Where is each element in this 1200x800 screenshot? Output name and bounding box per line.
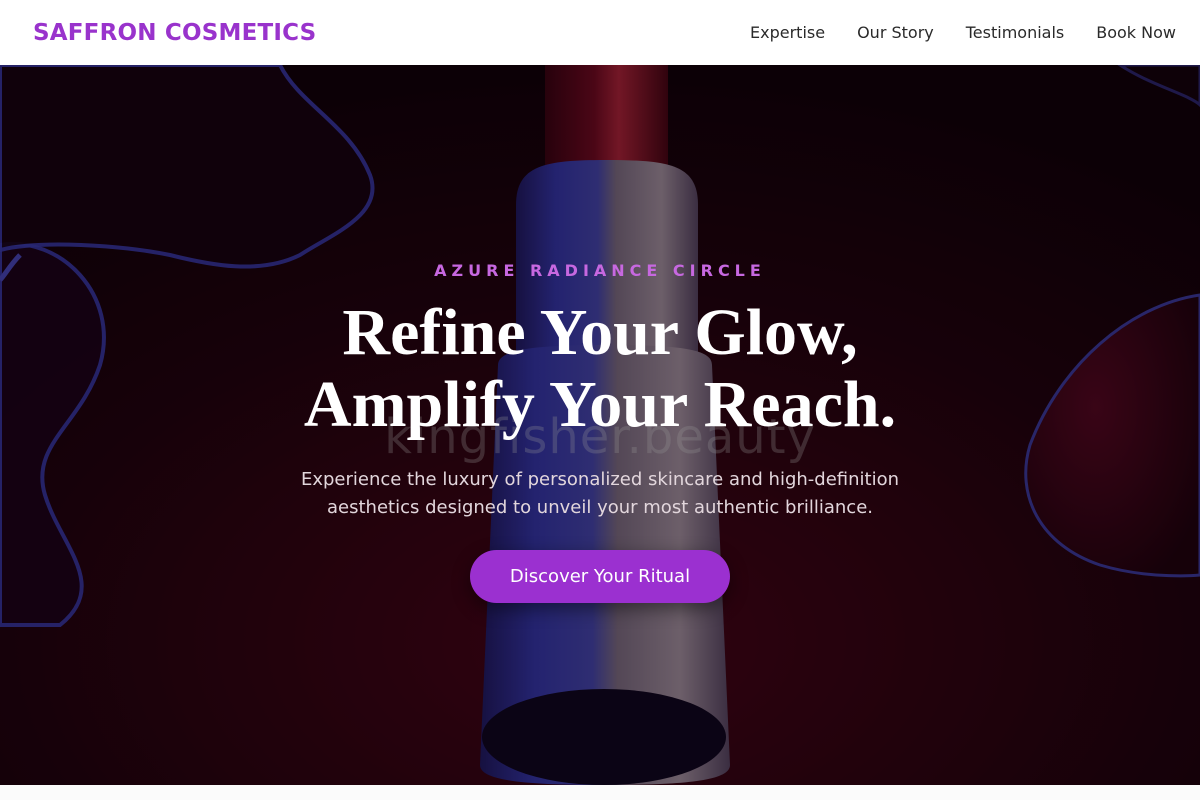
nav-link-our-story[interactable]: Our Story [857, 23, 934, 42]
discover-ritual-button[interactable]: Discover Your Ritual [470, 550, 730, 603]
hero-subtitle: Experience the luxury of personalized sk… [300, 469, 900, 518]
hero-headline-line-2: Amplify Your Reach. [303, 368, 897, 441]
hero-headline: Refine Your Glow, Amplify Your Reach. [0, 297, 1200, 441]
hero-eyebrow: AZURE RADIANCE CIRCLE [434, 261, 766, 280]
brand-logo[interactable]: SAFFRON COSMETICS [33, 20, 316, 46]
nav-link-expertise[interactable]: Expertise [750, 23, 825, 42]
hero-section: kingfisher.beauty AZURE RADIANCE CIRCLE … [0, 65, 1200, 785]
main-nav: Expertise Our Story Testimonials Book No… [750, 23, 1176, 42]
site-header: SAFFRON COSMETICS Expertise Our Story Te… [0, 0, 1200, 65]
nav-link-testimonials[interactable]: Testimonials [966, 23, 1065, 42]
below-fold-strip [0, 785, 1200, 800]
nav-link-book-now[interactable]: Book Now [1096, 23, 1176, 42]
hero-headline-line-1: Refine Your Glow, [342, 296, 858, 369]
hero-content: kingfisher.beauty AZURE RADIANCE CIRCLE … [0, 65, 1200, 785]
